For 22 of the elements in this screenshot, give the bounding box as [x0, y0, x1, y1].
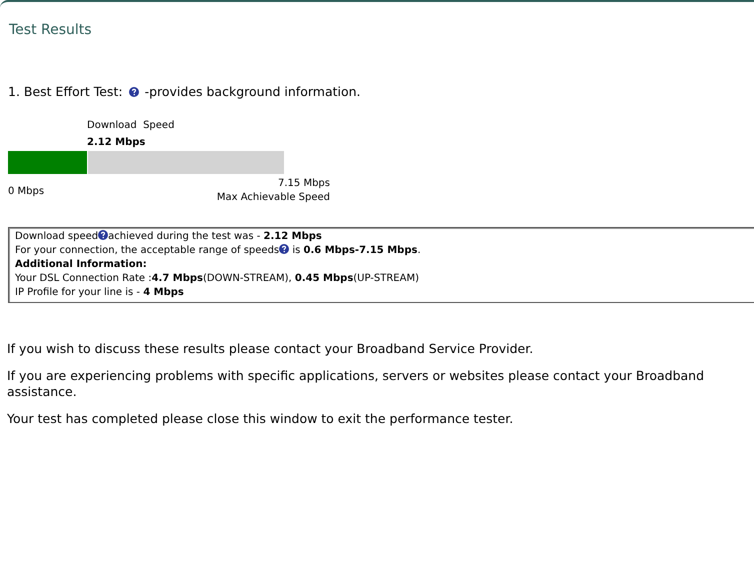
info-text: IP Profile for your line is - 4 Mbps [15, 287, 184, 298]
info-text: Download speed [15, 231, 98, 242]
test-heading: 1. Best Effort Test: [8, 84, 123, 99]
speed-label: Download Speed [87, 119, 176, 133]
info-text: Additional Information: [15, 259, 147, 270]
test-description: -provides background information. [144, 84, 361, 99]
max-value: 7.15 Mbps [278, 177, 330, 191]
speed-value: 2.12 Mbps [87, 136, 146, 150]
max-label: Max Achievable Speed [216, 191, 330, 205]
help-icon[interactable] [98, 230, 108, 240]
message-text: assistance. [7, 384, 78, 400]
info-text: Your DSL Connection Rate :4.7 Mbps(DOWN-STREAM), 0.45 Mbps(UP-STREAM) [15, 273, 419, 284]
page-title: Test Results [8, 21, 93, 38]
message-text: If you are experiencing problems with specific applications, servers or websites please contact your Broadband [7, 368, 706, 384]
info-text: For your connection, the acceptable range of speeds [15, 245, 280, 256]
info-text: achieved during the test was - 2.12 Mbps [108, 231, 322, 242]
min-label: 0 Mbps [8, 186, 44, 197]
message-text: If you wish to discuss these results please contact your Broadband Service Provider. [7, 341, 534, 357]
help-icon[interactable] [279, 244, 290, 254]
info-text: is 0.6 Mbps-7.15 Mbps. [291, 245, 421, 256]
help-icon[interactable] [128, 86, 139, 96]
message-text: Your test has completed please close this window to exit the performance tester. [7, 411, 514, 427]
